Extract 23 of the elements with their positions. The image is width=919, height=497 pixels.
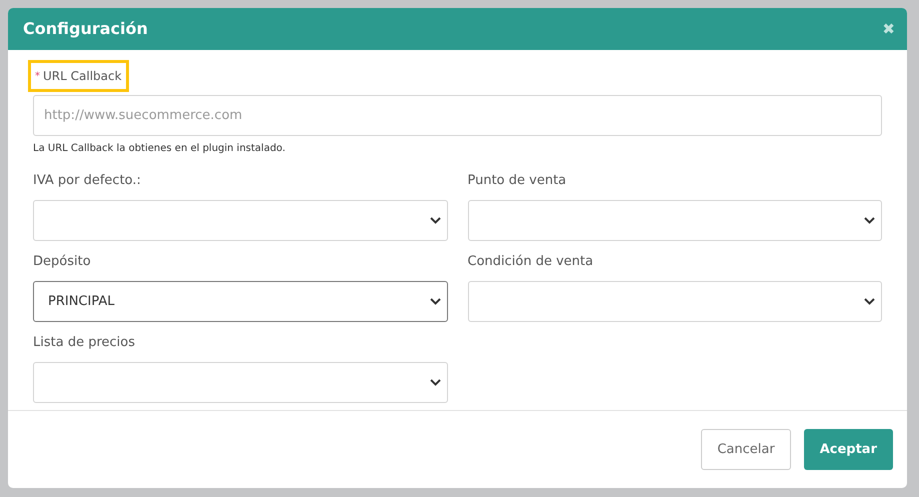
chevron-down-icon (864, 217, 875, 224)
field-label: URL Callback (43, 68, 122, 85)
select-field[interactable]: PRINCIPAL (33, 281, 448, 322)
field-label: Punto de venta (468, 173, 568, 189)
select-field[interactable] (468, 200, 882, 241)
dialog-title: Configuración (23, 18, 148, 40)
chevron-down-icon (430, 298, 440, 305)
select-field[interactable] (33, 362, 448, 403)
select-field[interactable] (33, 200, 448, 241)
field-label: IVA por defecto.: (33, 173, 142, 189)
field-label: Depósito (33, 254, 92, 270)
select-value: PRINCIPAL (48, 292, 114, 311)
chevron-down-icon (864, 298, 875, 305)
field-label: Condición de venta (468, 254, 594, 270)
url-input[interactable]: http://www.suecommerce.com (33, 95, 882, 136)
chevron-down-icon (430, 217, 440, 224)
help-text: La URL Callback la obtienes en el plugin instalado. (33, 142, 286, 156)
cancel-button[interactable]: Cancelar (701, 429, 791, 470)
required-mark: * (35, 70, 40, 84)
select-field[interactable] (468, 281, 882, 322)
chevron-down-icon (430, 379, 440, 386)
field-label: Lista de precios (33, 335, 136, 351)
accept-button[interactable]: Aceptar (804, 429, 893, 470)
